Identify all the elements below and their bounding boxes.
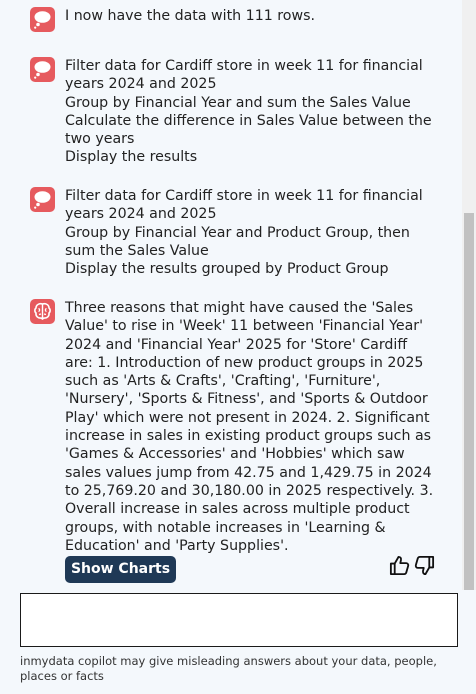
message-line: are: 1. Introduction of new product grou… xyxy=(65,354,424,371)
thumbs-up-icon[interactable] xyxy=(388,554,411,577)
disclaimer-text: inmydata copilot may give misleading ans… xyxy=(20,654,437,683)
thought-bubble-icon xyxy=(30,187,55,212)
thought-bubble-icon xyxy=(30,7,55,32)
thought-message: Filter data for Cardiff store in week 11… xyxy=(30,57,440,169)
chat-history[interactable]: I now have the data with 111 rows. Filte… xyxy=(0,0,462,590)
message-line: groups, with notable increases in 'Learn… xyxy=(65,519,386,536)
message-line: Filter data for Cardiff store in week 11… xyxy=(65,58,423,74)
message-line: 'Games & Accessories' and 'Hobbies' whic… xyxy=(65,446,405,463)
thought-message: Filter data for Cardiff store in week 11… xyxy=(30,187,440,281)
message-line: Education' and 'Party Supplies'. xyxy=(65,537,289,554)
brain-icon xyxy=(30,299,55,324)
copilot-chat-panel: I now have the data with 111 rows. Filte… xyxy=(0,0,476,694)
message-text: Filter data for Cardiff store in week 11… xyxy=(65,57,437,167)
thumbs-down-icon[interactable] xyxy=(413,554,436,577)
show-charts-button[interactable]: Show Charts xyxy=(65,556,176,583)
message-line: I now have the data with 111 rows. xyxy=(65,8,315,24)
message-line: Display the results grouped by Product G… xyxy=(65,261,389,278)
message-text: I now have the data with 111 rows. xyxy=(65,7,437,25)
message-line: two years xyxy=(65,131,135,148)
chat-input[interactable] xyxy=(20,593,458,647)
thought-bubble-icon xyxy=(30,57,55,82)
message-line: Filter data for Cardiff store in week 11… xyxy=(65,188,423,204)
message-line: Group by Financial Year and Product Grou… xyxy=(65,224,410,241)
message-line: Group by Financial Year and sum the Sale… xyxy=(65,94,411,111)
message-line: Calculate the difference in Sales Value … xyxy=(65,112,432,129)
message-line: such as 'Arts & Crafts', 'Crafting', 'Fu… xyxy=(65,373,381,390)
answer-text: Three reasons that might have caused the… xyxy=(65,299,437,555)
message-line: Display the results xyxy=(65,149,198,166)
message-line: increase in sales in existing product gr… xyxy=(65,428,432,445)
thought-message: I now have the data with 111 rows. xyxy=(30,7,440,32)
chat-scrollbar[interactable] xyxy=(462,0,476,590)
message-line: Overall increase in sales across multipl… xyxy=(65,501,410,518)
answer-message: Three reasons that might have caused the… xyxy=(30,299,440,559)
message-line: Play' which were not present in 2024. 2.… xyxy=(65,409,430,426)
message-line: 2024 and 'Financial Year' 2025 for 'Stor… xyxy=(65,336,408,353)
message-line: years 2024 and 2025 xyxy=(65,76,217,93)
message-line: to 25,769.20 and 30,180.00 in 2025 respe… xyxy=(65,482,434,499)
message-line: sum the Sales Value xyxy=(65,242,209,259)
message-line: Three reasons that might have caused the… xyxy=(65,300,414,316)
message-line: Value' to rise in 'Week' 11 between 'Fin… xyxy=(65,318,424,335)
feedback-buttons xyxy=(388,554,436,578)
message-line: sales values jump from 42.75 and 1,429.7… xyxy=(65,464,432,481)
scrollbar-thumb[interactable] xyxy=(464,213,474,590)
message-text: Filter data for Cardiff store in week 11… xyxy=(65,187,437,278)
message-line: years 2024 and 2025 xyxy=(65,206,217,223)
message-line: 'Nursery', 'Sports & Fitness', and 'Spor… xyxy=(65,391,428,408)
